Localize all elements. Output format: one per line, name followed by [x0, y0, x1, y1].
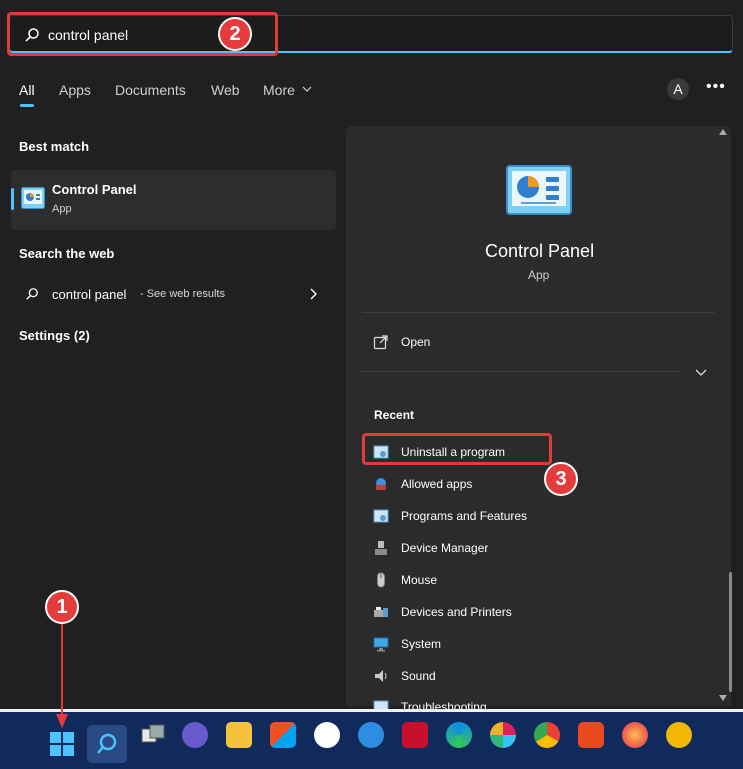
best-match-title: Control Panel [52, 182, 137, 197]
control-panel-icon [21, 187, 45, 209]
recent-item-label: Device Manager [401, 541, 489, 555]
panel-title: Control Panel [485, 241, 595, 261]
recent-header: Recent [374, 408, 415, 422]
open-external-icon [373, 335, 388, 350]
recent-item-troubleshooting[interactable]: Troubleshooting [373, 700, 487, 709]
search-icon [26, 288, 38, 300]
tab-more-label: More [263, 82, 295, 98]
open-label: Open [401, 335, 431, 349]
file-explorer-icon[interactable] [226, 722, 252, 748]
panel-divider [362, 312, 715, 313]
settings-header[interactable]: Settings (2) [19, 328, 90, 343]
search-web-header: Search the web [19, 246, 115, 261]
best-match-subtitle: App [52, 203, 72, 215]
help-icon[interactable] [358, 722, 384, 748]
tab-all[interactable]: All [19, 82, 35, 98]
tab-active-indicator [20, 104, 34, 107]
game-app-icon[interactable] [578, 722, 604, 748]
annotation-box-uninstall [362, 433, 552, 465]
chevron-down-icon [302, 86, 312, 92]
annotation-badge-1: 1 [45, 590, 79, 624]
speaker-icon [375, 670, 387, 682]
device-manager-icon [375, 541, 387, 555]
mcafee-icon[interactable] [402, 722, 428, 748]
annotation-badge-2: 2 [218, 17, 252, 51]
recent-item-label: Troubleshooting [401, 700, 487, 709]
taskbar-search-button[interactable] [87, 725, 127, 763]
recent-item-devices-printers[interactable]: Devices and Printers [373, 604, 512, 620]
troubleshooting-icon [373, 700, 389, 709]
best-match-item[interactable] [11, 170, 336, 230]
edge-icon[interactable] [446, 722, 472, 748]
scroll-down-icon[interactable] [718, 694, 728, 702]
annotation-badge-3: 3 [544, 462, 578, 496]
tab-more[interactable]: More [263, 82, 312, 98]
chat-icon[interactable] [182, 722, 208, 748]
vpn-shield-icon[interactable] [666, 722, 692, 748]
recent-item-label: Sound [401, 669, 436, 683]
web-result-query: control panel [52, 287, 127, 302]
windows-start-icon[interactable] [50, 732, 74, 756]
recent-item-label: Mouse [401, 573, 438, 587]
task-view-icon[interactable] [140, 722, 166, 748]
recent-item-sound[interactable]: Sound [373, 668, 436, 684]
chrome-icon[interactable] [534, 722, 560, 748]
avatar[interactable]: A [667, 78, 689, 100]
control-panel-large-icon [506, 165, 572, 215]
more-options-icon[interactable]: ••• [706, 78, 726, 96]
open-action[interactable]: Open [373, 334, 430, 350]
scroll-up-icon[interactable] [718, 128, 728, 136]
store-icon[interactable] [270, 722, 296, 748]
chevron-right-icon [310, 288, 317, 300]
firefox-icon[interactable] [622, 722, 648, 748]
best-match-header: Best match [19, 139, 90, 154]
recent-item-system[interactable]: System [373, 636, 441, 652]
recent-item-device-manager[interactable]: Device Manager [373, 540, 488, 556]
recent-item-mouse[interactable]: Mouse [373, 572, 437, 588]
recent-item-allowed-apps[interactable]: Allowed apps [373, 476, 472, 492]
web-result-suffix: - See web results [140, 288, 225, 300]
selection-indicator [11, 188, 14, 210]
recent-item-label: System [401, 637, 442, 651]
slack-icon[interactable] [490, 722, 516, 748]
firewall-icon [376, 478, 386, 490]
panel-divider [362, 371, 679, 372]
recent-item-label: Programs and Features [401, 509, 528, 523]
printer-icon [374, 607, 388, 617]
panel-subtitle: App [528, 268, 550, 282]
app-icon-dark[interactable] [314, 722, 340, 748]
recent-item-label: Allowed apps [401, 477, 473, 491]
programs-icon [373, 509, 389, 523]
search-icon [97, 733, 117, 754]
scrollbar-thumb[interactable] [729, 572, 732, 692]
expand-chevron-icon[interactable] [695, 368, 707, 378]
mouse-icon [377, 572, 385, 588]
recent-item-programs-features[interactable]: Programs and Features [373, 508, 527, 524]
recent-item-label: Devices and Printers [401, 605, 512, 619]
annotation-arrow [56, 620, 68, 728]
tab-apps[interactable]: Apps [59, 82, 91, 98]
tab-documents[interactable]: Documents [115, 82, 186, 98]
tab-web[interactable]: Web [211, 82, 240, 98]
system-icon [373, 637, 389, 652]
web-result-item[interactable]: control panel - See web results [11, 278, 336, 310]
task-view-glyph [141, 724, 165, 743]
